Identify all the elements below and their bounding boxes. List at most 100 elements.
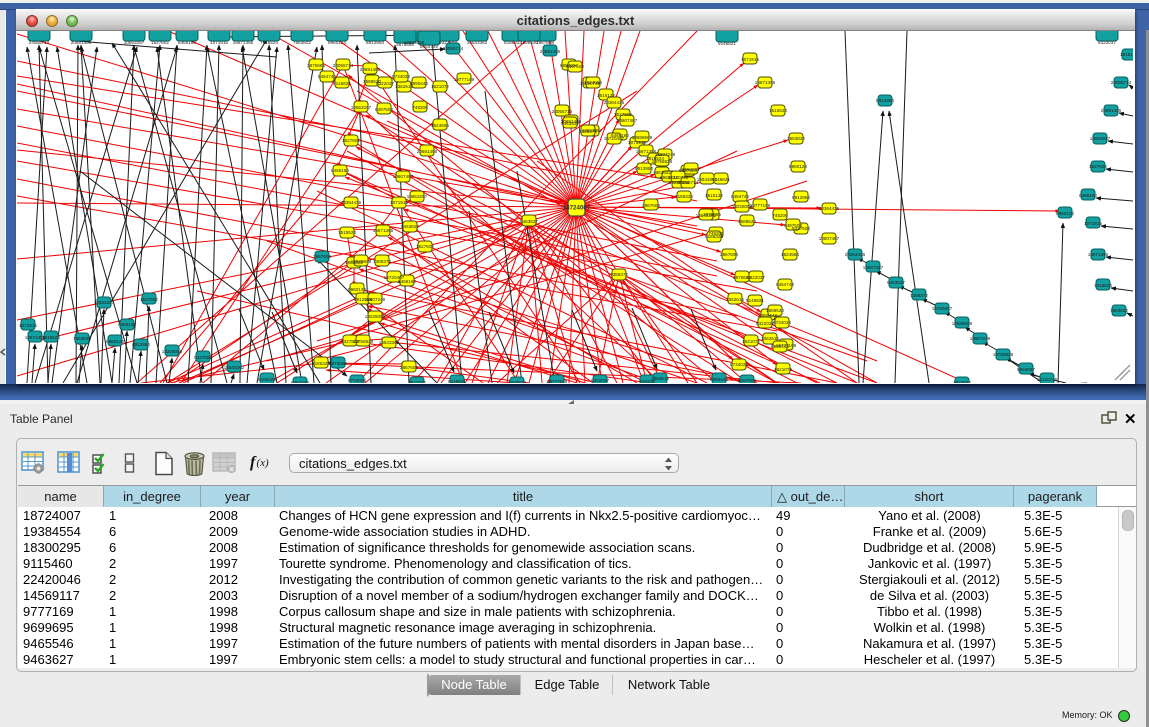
svg-text:16543362: 16543362 [696,213,717,218]
svg-text:9684067: 9684067 [682,167,700,172]
svg-text:9146821: 9146821 [448,379,466,383]
svg-text:9684067: 9684067 [1017,367,1035,372]
svg-text:1527602: 1527602 [416,244,434,249]
svg-text:24055714: 24055714 [1111,80,1132,85]
svg-text:16543362: 16543362 [379,340,400,345]
svg-text:8186323: 8186323 [258,377,276,382]
svg-text:8454749: 8454749 [420,44,438,49]
svg-text:746206: 746206 [772,213,788,218]
svg-text:10607487: 10607487 [393,174,414,179]
svg-text:10653267: 10653267 [1090,136,1111,141]
svg-text:24055714: 24055714 [443,46,464,51]
svg-text:7515524: 7515524 [260,40,278,45]
svg-text:10607487: 10607487 [863,265,884,270]
svg-text:3875685: 3875685 [329,361,347,366]
svg-text:20364436: 20364436 [341,200,362,205]
svg-text:1588520: 1588520 [520,40,538,45]
svg-text:6466160: 6466160 [1079,193,1097,198]
svg-text:6497503: 6497503 [375,107,393,112]
svg-text:24055714: 24055714 [678,180,699,185]
svg-text:20691406: 20691406 [417,149,438,154]
svg-text:7386372: 7386372 [610,272,628,277]
svg-text:10688609: 10688609 [632,135,653,140]
svg-text:20691406: 20691406 [540,49,561,54]
svg-text:16543362: 16543362 [467,40,488,45]
svg-text:6497503: 6497503 [566,64,584,69]
svg-text:9146821: 9146821 [712,177,730,182]
svg-text:9146821: 9146821 [718,41,736,46]
svg-text:8322037: 8322037 [756,321,774,326]
svg-text:8322037: 8322037 [591,378,609,383]
svg-text:7515524: 7515524 [338,230,356,235]
svg-text:10607487: 10607487 [819,236,840,241]
svg-text:9463627: 9463627 [887,280,905,285]
svg-text:8990443: 8990443 [759,313,777,318]
svg-text:16671355: 16671355 [233,40,254,45]
svg-text:8990443: 8990443 [410,81,428,86]
svg-text:9734028: 9734028 [730,362,748,367]
svg-text:1615132: 1615132 [705,193,723,198]
svg-text:8990443: 8990443 [771,344,789,349]
svg-text:7663822: 7663822 [787,136,805,141]
svg-text:6497503: 6497503 [784,223,802,228]
svg-text:1624554: 1624554 [953,380,971,383]
svg-text:8912954: 8912954 [876,98,894,103]
svg-text:1362615: 1362615 [761,336,779,341]
svg-text:19777169: 19777169 [454,77,475,82]
svg-text:24055714: 24055714 [552,109,573,114]
svg-text:7515524: 7515524 [1094,283,1112,288]
svg-text:9463627: 9463627 [401,224,419,229]
svg-text:1624554: 1624554 [431,123,449,128]
svg-text:8960124: 8960124 [1056,211,1074,216]
svg-text:1624554: 1624554 [584,80,602,85]
svg-text:18807249: 18807249 [655,152,676,157]
svg-text:9327503: 9327503 [194,355,212,360]
svg-text:8186323: 8186323 [312,361,330,366]
svg-text:10607487: 10607487 [617,118,638,123]
svg-text:1621072: 1621072 [774,367,792,372]
svg-text:8912954: 8912954 [132,342,150,347]
svg-text:8990443: 8990443 [710,377,728,382]
svg-text:9146821: 9146821 [746,298,764,303]
svg-text:9463627: 9463627 [561,121,579,126]
svg-text:1621072: 1621072 [742,339,760,344]
svg-text:8454749: 8454749 [731,194,749,199]
svg-text:8454749: 8454749 [291,380,309,383]
svg-text:1615132: 1615132 [1120,52,1133,57]
svg-text:1527602: 1527602 [151,40,169,45]
svg-text:8454749: 8454749 [318,74,336,79]
svg-text:18807249: 18807249 [365,297,386,302]
svg-text:1071915: 1071915 [1084,221,1102,226]
svg-text:20364436: 20364436 [604,100,625,105]
svg-text:8912954: 8912954 [366,40,384,45]
svg-text:6466160: 6466160 [118,322,136,327]
svg-text:15720407: 15720407 [604,136,625,141]
svg-text:8960124: 8960124 [348,287,366,292]
svg-text:1527602: 1527602 [1089,164,1107,169]
svg-text:2867608: 2867608 [536,40,554,45]
svg-text:2867608: 2867608 [720,252,738,257]
svg-text:16120746: 16120746 [1037,377,1058,382]
svg-text:2867608: 2867608 [400,365,418,370]
svg-text:19756928: 19756928 [652,159,673,164]
svg-text:24055714: 24055714 [29,40,50,45]
svg-text:6466160: 6466160 [398,279,416,284]
svg-text:20691406: 20691406 [360,67,381,72]
svg-text:20364436: 20364436 [845,252,866,257]
svg-text:3875685: 3875685 [396,42,414,47]
svg-text:9146821: 9146821 [333,81,351,86]
svg-text:20691406: 20691406 [71,40,92,45]
svg-text:1624554: 1624554 [781,252,799,257]
svg-text:19777169: 19777169 [547,379,568,383]
svg-text:16543362: 16543362 [224,365,245,370]
svg-text:2867608: 2867608 [642,203,660,208]
svg-text:8912954: 8912954 [792,195,810,200]
svg-text:7663822: 7663822 [1110,308,1128,313]
svg-text:8912954: 8912954 [635,166,653,171]
svg-text:2867608: 2867608 [313,254,331,259]
svg-text:1588520: 1588520 [766,308,784,313]
svg-text:9734028: 9734028 [392,74,410,79]
svg-text:10653267: 10653267 [407,194,428,199]
svg-text:7515524: 7515524 [42,335,60,340]
svg-text:1588520: 1588520 [508,380,526,383]
